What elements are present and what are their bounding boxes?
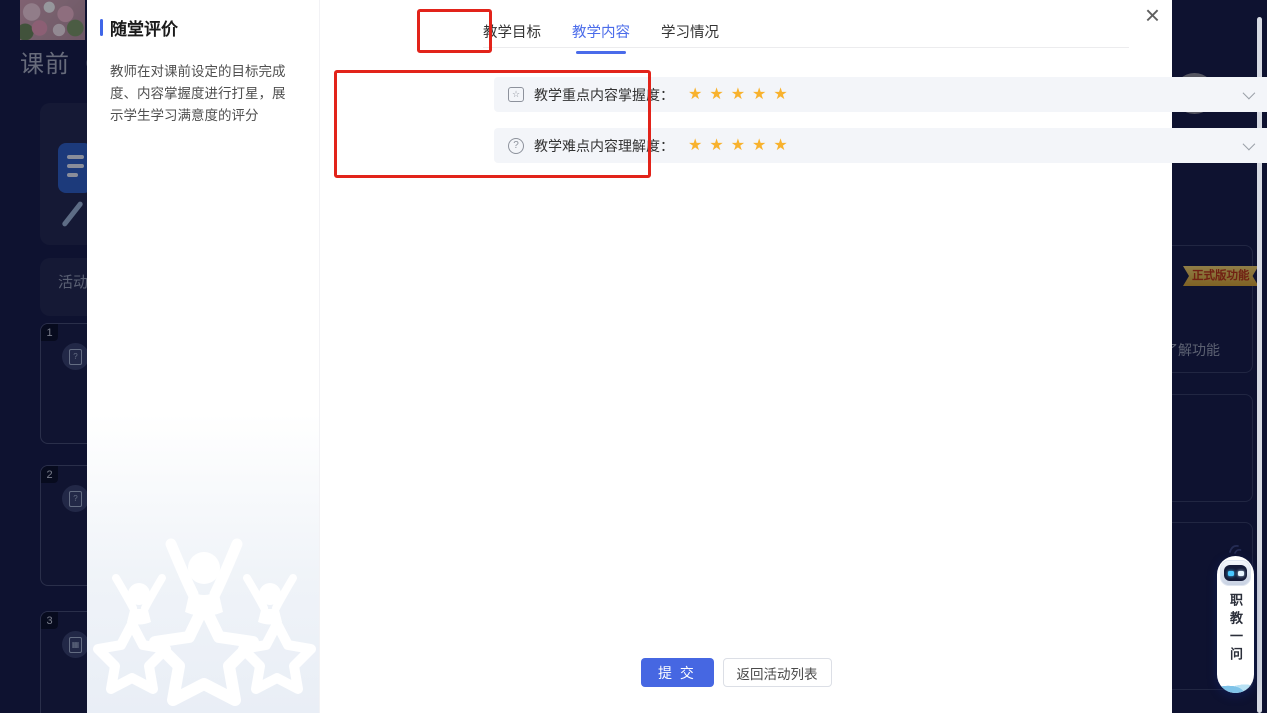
title-accent-bar: [100, 19, 103, 36]
rating-row-key-content[interactable]: ☆ 教学重点内容掌握度： ★★★★★: [494, 77, 1267, 112]
sidebar-title-row: 随堂评价: [87, 0, 319, 40]
modal-sidebar: 随堂评价 教师在对课前设定的目标完成度、内容掌握度进行打星，展示学生学习满意度的…: [87, 0, 320, 713]
star-rating[interactable]: ★★★★★: [688, 87, 795, 103]
rating-label: 教学重点内容掌握度：: [534, 85, 674, 105]
wave-decoration: [1217, 673, 1254, 693]
chevron-down-icon[interactable]: [1243, 138, 1256, 151]
close-icon[interactable]: ×: [1145, 2, 1160, 28]
modal-footer: 提 交 返回活动列表: [310, 658, 1162, 687]
question-glyph: ?: [508, 138, 524, 154]
tab-teaching-objectives[interactable]: 教学目标: [483, 21, 541, 54]
rating-label: 教学难点内容理解度：: [534, 136, 674, 156]
page-scrollbar[interactable]: [1257, 17, 1262, 713]
modal-description: 教师在对课前设定的目标完成度、内容掌握度进行打星，展示学生学习满意度的评分: [110, 61, 297, 127]
robot-eye: [1228, 571, 1234, 576]
folder-star-glyph: ☆: [508, 87, 524, 102]
robot-eye: [1238, 571, 1244, 576]
assistant-widget[interactable]: 职教一问: [1216, 543, 1256, 695]
assistant-label: 职教一问: [1229, 593, 1242, 665]
modal-title: 随堂评价: [110, 15, 178, 40]
submit-button[interactable]: 提 交: [641, 658, 714, 687]
chevron-down-icon[interactable]: [1243, 87, 1256, 100]
tab-teaching-content[interactable]: 教学内容: [572, 21, 630, 54]
assistant-pill[interactable]: 职教一问: [1217, 556, 1254, 693]
question-circle-icon: ?: [508, 138, 524, 154]
people-stars-illustration: [87, 538, 320, 713]
folder-star-icon: ☆: [508, 87, 524, 102]
robot-icon: [1220, 560, 1251, 586]
back-to-activity-list-button[interactable]: 返回活动列表: [723, 658, 832, 687]
rating-row-difficult-content[interactable]: ? 教学难点内容理解度： ★★★★★: [494, 128, 1267, 163]
modal-content: × 教学目标 教学内容 学习情况 ☆ 教学重点内容掌握度： ★★★★★ ? 教学…: [320, 0, 1172, 713]
tabs-divider: [483, 47, 1129, 48]
classroom-evaluation-modal: 随堂评价 教师在对课前设定的目标完成度、内容掌握度进行打星，展示学生学习满意度的…: [87, 0, 1172, 713]
star-rating[interactable]: ★★★★★: [688, 138, 795, 154]
tab-learning-situation[interactable]: 学习情况: [661, 21, 719, 54]
evaluation-tabs: 教学目标 教学内容 学习情况: [483, 21, 719, 54]
robot-screen: [1224, 565, 1247, 581]
antenna-icon: [1228, 543, 1242, 556]
screen: 课前（ 活动 1 ? 2 ? 3 ▦ 作业 正式版功能 了解功能: [0, 0, 1267, 713]
